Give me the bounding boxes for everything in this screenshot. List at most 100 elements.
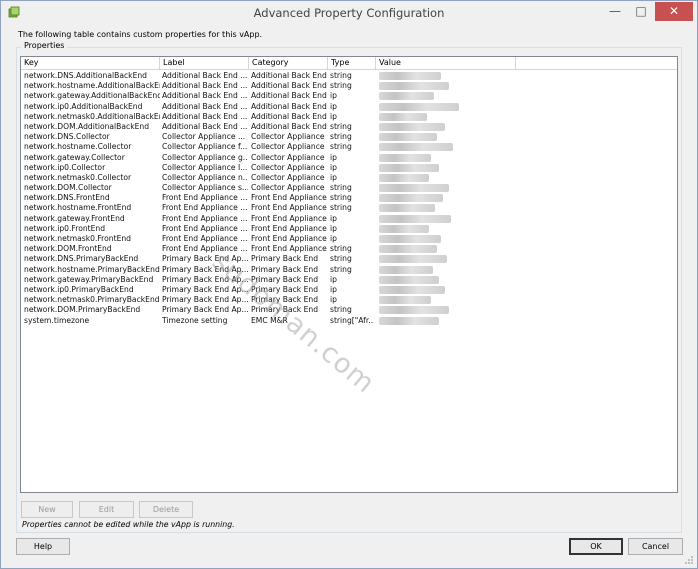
category-cell: Front End Appliance: [251, 234, 327, 243]
column-header-label[interactable]: Label: [160, 57, 249, 69]
type-cell: ip: [330, 101, 337, 111]
label-cell: Additional Back End ...: [162, 81, 248, 91]
table-row[interactable]: network.hostname.AdditionalBackEnd Additi…: [21, 81, 677, 91]
type-cell: string: [330, 203, 352, 213]
key-cell: network.hostname.PrimaryBackEnd: [24, 264, 160, 274]
key-cell: network.gateway.PrimaryBackEnd: [24, 274, 154, 284]
category-cell: Collector Appliance: [251, 183, 325, 193]
key-cell: network.hostname.FrontEnd: [24, 203, 132, 213]
type-cell: string: [330, 132, 352, 142]
column-header-key[interactable]: Key: [21, 57, 160, 69]
category-cell: Primary Back End: [251, 254, 319, 264]
table-row[interactable]: network.hostname.FrontEnd Front End Appli…: [21, 203, 677, 213]
new-button[interactable]: New: [21, 501, 73, 518]
table-row[interactable]: network.gateway.Collector Collector Appli…: [21, 153, 677, 163]
table-row[interactable]: network.DNS.Collector Collector Appliance…: [21, 132, 677, 142]
label-cell: Primary Back End Ap...: [162, 305, 248, 315]
column-header-type[interactable]: Type: [328, 57, 376, 69]
table-row[interactable]: network.ip0.AdditionalBackEnd Additional …: [21, 102, 677, 112]
redacted-value-blur: [379, 275, 439, 284]
type-cell: string: [330, 183, 352, 193]
value-cell-redacted: [379, 316, 529, 328]
table-row[interactable]: network.gateway.FrontEnd Front End Applia…: [21, 214, 677, 224]
key-cell: network.gateway.AdditionalBackEnd: [24, 91, 160, 101]
type-cell: ip: [330, 274, 337, 284]
category-cell: Additional Back End: [251, 91, 327, 101]
redacted-value-blur: [379, 173, 429, 182]
table-row[interactable]: network.DNS.FrontEnd Front End Appliance …: [21, 193, 677, 203]
table-row[interactable]: network.DNS.AdditionalBackEnd Additional …: [21, 71, 677, 81]
maximize-icon[interactable]: □: [629, 2, 653, 21]
help-button[interactable]: Help: [16, 538, 70, 555]
table-row[interactable]: network.DOM.PrimaryBackEnd Primary Back E…: [21, 305, 677, 315]
table-row[interactable]: network.DNS.PrimaryBackEnd Primary Back E…: [21, 254, 677, 264]
type-cell: string: [330, 121, 352, 131]
key-cell: network.DOM.AdditionalBackEnd: [24, 121, 150, 131]
category-cell: Collector Appliance: [251, 132, 325, 142]
delete-button[interactable]: Delete: [139, 501, 193, 518]
key-cell: network.hostname.Collector: [24, 142, 132, 152]
key-cell: network.DNS.AdditionalBackEnd: [24, 71, 148, 80]
key-cell: network.ip0.FrontEnd: [24, 223, 106, 233]
label-cell: Collector Appliance f...: [162, 142, 248, 152]
key-cell: network.DNS.Collector: [24, 132, 110, 142]
redacted-value-blur: [379, 194, 443, 203]
label-cell: Additional Back End ...: [162, 101, 248, 111]
properties-group-label: Properties: [21, 41, 68, 50]
title-bar[interactable]: Advanced Property Configuration — □ ✕: [1, 1, 697, 25]
type-cell: ip: [330, 223, 337, 233]
redacted-value-blur: [379, 235, 441, 243]
type-cell: ip: [330, 152, 337, 162]
description-text: The following table contains custom prop…: [18, 30, 263, 39]
minimize-icon[interactable]: —: [603, 2, 627, 21]
table-row[interactable]: network.DOM.AdditionalBackEnd Additional …: [21, 122, 677, 132]
table-row[interactable]: network.ip0.FrontEnd Front End Appliance …: [21, 224, 677, 234]
table-header: Key Label Category Type Value: [21, 57, 677, 70]
close-icon[interactable]: ✕: [655, 2, 693, 21]
table-row[interactable]: network.ip0.Collector Collector Appliance…: [21, 163, 677, 173]
table-row[interactable]: network.netmask0.PrimaryBackEnd Primary B…: [21, 295, 677, 305]
table-row[interactable]: network.hostname.PrimaryBackEnd Primary B…: [21, 265, 677, 275]
table-row[interactable]: network.gateway.PrimaryBackEnd Primary Ba…: [21, 275, 677, 285]
label-cell: Additional Back End ...: [162, 111, 248, 121]
label-cell: Front End Appliance ...: [162, 223, 248, 233]
key-cell: network.DNS.FrontEnd: [24, 193, 110, 203]
properties-table[interactable]: Key Label Category Type Value network.DN…: [20, 56, 678, 493]
type-cell: string: [330, 71, 352, 80]
table-row[interactable]: network.hostname.Collector Collector Appl…: [21, 142, 677, 152]
label-cell: Front End Appliance ...: [162, 193, 248, 203]
redacted-value-blur: [379, 306, 449, 315]
dialog-window: Advanced Property Configuration — □ ✕ Th…: [0, 0, 698, 569]
redacted-value-blur: [379, 265, 433, 274]
category-cell: Additional Back End: [251, 71, 327, 80]
edit-button[interactable]: Edit: [79, 501, 134, 518]
column-header-value[interactable]: Value: [376, 57, 516, 69]
label-cell: Collector Appliance ...: [162, 132, 246, 142]
key-cell: network.ip0.Collector: [24, 162, 106, 172]
redacted-value-blur: [379, 143, 453, 152]
table-row[interactable]: network.DOM.FrontEnd Front End Appliance …: [21, 244, 677, 254]
table-row[interactable]: network.ip0.PrimaryBackEnd Primary Back E…: [21, 285, 677, 295]
ok-button[interactable]: OK: [569, 538, 623, 555]
type-cell: ip: [330, 295, 337, 305]
table-row[interactable]: network.netmask0.FrontEnd Front End Appli…: [21, 234, 677, 244]
column-header-category[interactable]: Category: [249, 57, 328, 69]
table-row[interactable]: network.netmask0.Collector Collector Appl…: [21, 173, 677, 183]
redacted-value-blur: [379, 92, 434, 101]
category-cell: Front End Appliance: [251, 223, 327, 233]
category-cell: Collector Appliance: [251, 142, 325, 152]
table-row[interactable]: network.DOM.Collector Collector Appliance…: [21, 183, 677, 193]
table-row[interactable]: network.netmask0.AdditionalBackEnd Additi…: [21, 112, 677, 122]
key-cell: network.netmask0.AdditionalBackEnd: [24, 111, 160, 121]
table-row[interactable]: system.timezone Timezone setting EMC M&R st…: [21, 316, 677, 326]
resize-grip-icon[interactable]: [684, 555, 694, 565]
key-cell: network.ip0.AdditionalBackEnd: [24, 101, 143, 111]
type-cell: string: [330, 264, 352, 274]
type-cell: string: [330, 193, 352, 203]
key-cell: network.netmask0.FrontEnd: [24, 234, 132, 243]
redacted-value-blur: [379, 72, 441, 80]
redacted-value-blur: [379, 184, 449, 193]
type-cell: ip: [330, 284, 337, 294]
table-row[interactable]: network.gateway.AdditionalBackEnd Additio…: [21, 91, 677, 101]
cancel-button[interactable]: Cancel: [628, 538, 683, 555]
